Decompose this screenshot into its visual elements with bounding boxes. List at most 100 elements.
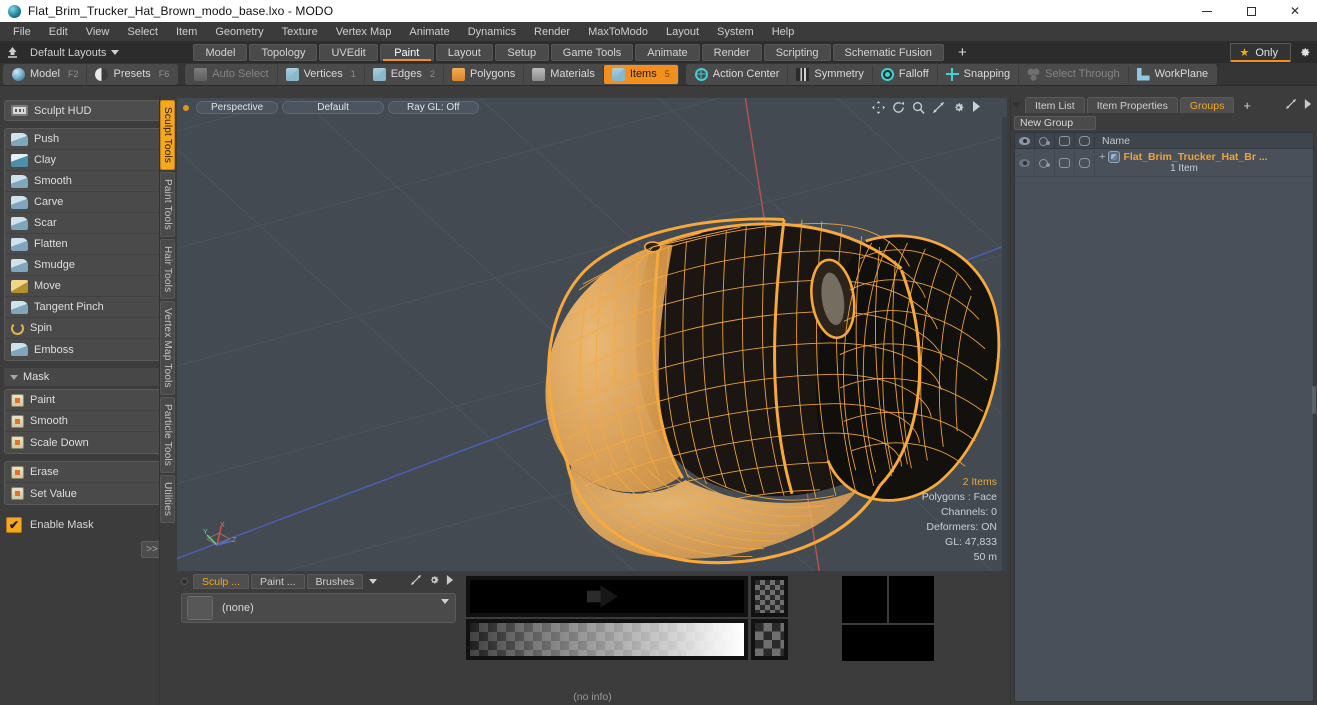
enable-mask-checkbox[interactable]: ✔ — [6, 517, 22, 533]
minimize-button[interactable] — [1185, 0, 1229, 22]
color-swatch-c[interactable] — [842, 624, 934, 662]
upload-icon[interactable] — [0, 46, 24, 59]
viewport-chip-raygl[interactable]: Ray GL: Off — [387, 101, 479, 114]
row-visibility-toggle[interactable] — [1015, 149, 1035, 176]
panel-menu-icon[interactable] — [1012, 102, 1021, 108]
menu-item-geometry[interactable]: Geometry — [206, 22, 272, 42]
mode-button-items[interactable]: Items 5 — [603, 64, 678, 84]
mode-button-presets[interactable]: Presets F6 — [87, 64, 178, 84]
expand-icon[interactable] — [410, 574, 422, 589]
sculpt-hud-button[interactable]: Sculpt HUD — [4, 100, 171, 121]
menu-item-file[interactable]: File — [4, 22, 40, 42]
menu-item-maxtomodo[interactable]: MaxToModo — [579, 22, 657, 42]
mask-tool-scale-down[interactable]: Scale Down — [5, 432, 170, 453]
menu-item-view[interactable]: View — [77, 22, 119, 42]
add-tab-button[interactable]: + — [1236, 98, 1258, 113]
new-group-button[interactable]: New Group — [1014, 116, 1096, 130]
tab-sculpt-properties[interactable]: Sculp ... — [193, 574, 249, 590]
fit-icon[interactable] — [932, 101, 945, 114]
layout-tab-setup[interactable]: Setup — [494, 44, 549, 61]
pan-icon[interactable] — [872, 101, 885, 114]
tool-scar[interactable]: Scar — [5, 213, 170, 234]
brush-falloff-swatch[interactable] — [750, 576, 788, 618]
layout-tab-animate[interactable]: Animate — [635, 44, 700, 61]
row-lock-toggle[interactable] — [1055, 149, 1075, 176]
mode-button-polygons[interactable]: Polygons — [443, 64, 525, 84]
layout-tab-topology[interactable]: Topology — [249, 44, 318, 61]
expand-icon[interactable] — [1285, 98, 1297, 113]
viewport-3d[interactable]: Perspective Default Ray GL: Off Y X Z 2 … — [177, 98, 1007, 572]
chevron-down-icon[interactable] — [369, 579, 378, 585]
tool-smudge[interactable]: Smudge — [5, 255, 170, 276]
tool-emboss[interactable]: Emboss — [5, 339, 170, 360]
vtab-hair-tools[interactable]: Hair Tools — [160, 239, 175, 300]
tool-clay[interactable]: Clay — [5, 150, 170, 171]
mask-tool-paint[interactable]: Paint — [5, 390, 170, 411]
header-lock-icon[interactable] — [1055, 133, 1075, 148]
row-render-toggle[interactable] — [1035, 149, 1055, 176]
mode-button-model[interactable]: Model F2 — [4, 64, 88, 84]
menu-item-edit[interactable]: Edit — [40, 22, 77, 42]
rotate-icon[interactable] — [892, 101, 905, 114]
vtab-sculpt-tools[interactable]: Sculpt Tools — [160, 100, 175, 171]
header-wireframe-icon[interactable] — [1075, 133, 1095, 148]
row-wireframe-toggle[interactable] — [1075, 149, 1095, 176]
viewport-chip-default[interactable]: Default — [282, 101, 384, 114]
only-toggle-button[interactable]: ★ Only — [1229, 43, 1291, 62]
mask-tool-smooth[interactable]: Smooth — [5, 411, 170, 432]
arrow-right-icon[interactable] — [446, 575, 454, 588]
color-swatch-b[interactable] — [889, 576, 934, 623]
tab-groups[interactable]: Groups — [1179, 97, 1235, 113]
mode-button-snapping[interactable]: Snapping — [937, 64, 1020, 84]
close-button[interactable]: ✕ — [1273, 0, 1317, 22]
tab-item-list[interactable]: Item List — [1025, 97, 1085, 113]
header-visibility-icon[interactable] — [1015, 133, 1035, 148]
default-layouts-dropdown[interactable]: Default Layouts — [24, 47, 125, 59]
layout-tab-uvedit[interactable]: UVEdit — [319, 44, 378, 61]
layout-tab-layout[interactable]: Layout — [435, 44, 493, 61]
menu-item-render[interactable]: Render — [525, 22, 579, 42]
add-layout-button[interactable]: + — [946, 45, 979, 60]
preset-selector-row[interactable]: (none) — [181, 593, 456, 624]
tab-brushes[interactable]: Brushes — [306, 574, 364, 590]
mode-button-symmetry[interactable]: Symmetry — [788, 64, 873, 84]
mode-button-auto-select[interactable]: Auto Select — [186, 64, 278, 84]
tool-push[interactable]: Push — [5, 129, 170, 150]
vtab-utilities[interactable]: Utilities — [160, 475, 175, 524]
menu-item-select[interactable]: Select — [118, 22, 167, 42]
viewport-scrollbar[interactable] — [1002, 117, 1007, 572]
table-row[interactable]: + Flat_Brim_Trucker_Hat_Br ... 1 Item — [1015, 149, 1313, 177]
gear-icon[interactable] — [428, 574, 440, 589]
right-panel-scrollbar[interactable] — [1312, 386, 1316, 414]
panel-menu-icon[interactable] — [181, 578, 188, 586]
layout-tab-model[interactable]: Model — [193, 44, 248, 61]
mode-button-action-center[interactable]: Action Center — [686, 64, 789, 84]
value-gradient-preview[interactable] — [466, 619, 748, 661]
mask-section-header[interactable]: Mask — [4, 368, 171, 386]
play-arrow-icon[interactable] — [972, 101, 985, 114]
tool-flatten[interactable]: Flatten — [5, 234, 170, 255]
enable-mask-row[interactable]: ✔ Enable Mask — [4, 514, 171, 536]
tool-spin[interactable]: Spin — [5, 318, 170, 339]
menu-item-layout[interactable]: Layout — [657, 22, 708, 42]
mask-tool-erase[interactable]: Erase — [5, 462, 170, 483]
mode-button-vertices[interactable]: Vertices 1 — [277, 64, 365, 84]
mode-button-materials[interactable]: Materials — [524, 64, 604, 84]
menu-item-animate[interactable]: Animate — [400, 22, 458, 42]
vtab-particle-tools[interactable]: Particle Tools — [160, 397, 175, 474]
menu-item-help[interactable]: Help — [763, 22, 804, 42]
mode-button-workplane[interactable]: WorkPlane — [1128, 64, 1217, 84]
header-render-icon[interactable] — [1035, 133, 1055, 148]
mode-button-falloff[interactable]: Falloff — [872, 64, 938, 84]
tool-tangent-pinch[interactable]: Tangent Pinch — [5, 297, 170, 318]
vtab-vertex-map-tools[interactable]: Vertex Map Tools — [160, 301, 175, 396]
mode-button-select-through[interactable]: Select Through — [1019, 64, 1129, 84]
layout-settings-button[interactable] — [1291, 42, 1317, 63]
arrow-right-icon[interactable] — [1304, 98, 1312, 112]
layout-tab-game-tools[interactable]: Game Tools — [550, 44, 634, 61]
layout-tab-scripting[interactable]: Scripting — [763, 44, 831, 61]
vtab-paint-tools[interactable]: Paint Tools — [160, 172, 175, 238]
tool-carve[interactable]: Carve — [5, 192, 170, 213]
maximize-button[interactable] — [1229, 0, 1273, 22]
chevron-down-icon[interactable] — [441, 599, 449, 605]
